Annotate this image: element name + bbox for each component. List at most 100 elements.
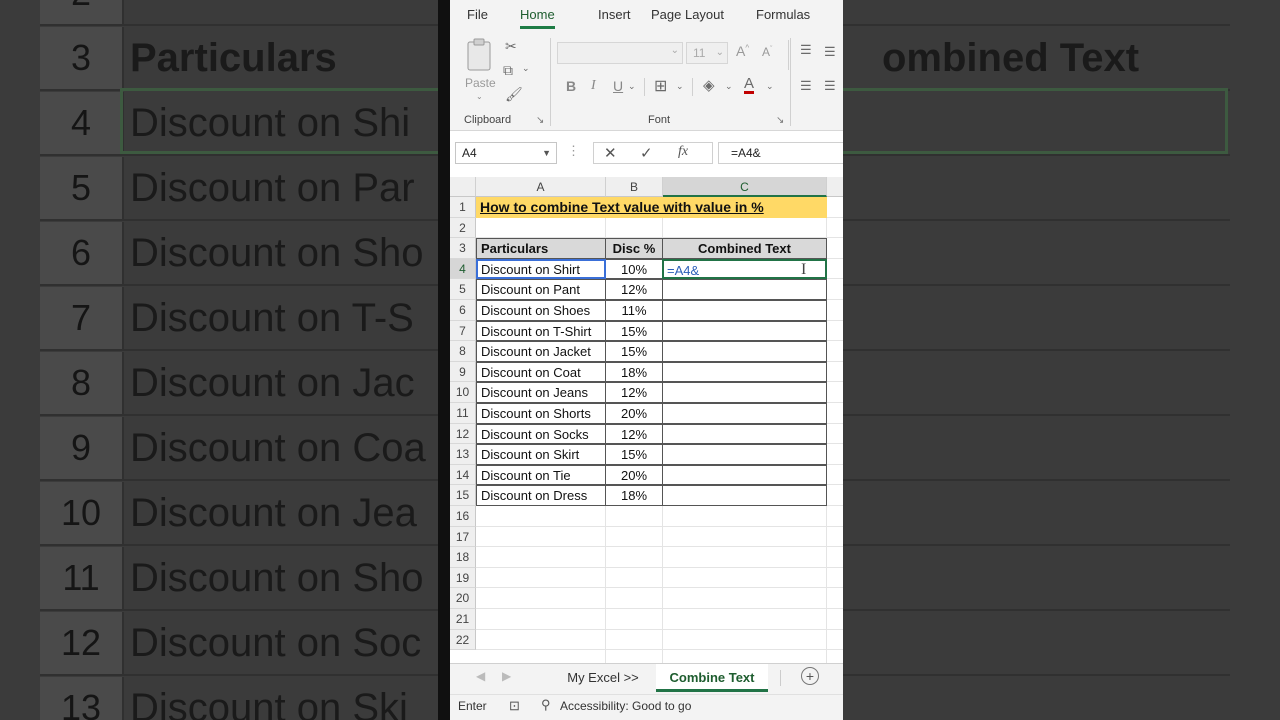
combined-cell[interactable] — [662, 444, 827, 465]
font-color-icon[interactable]: A — [744, 76, 755, 94]
sheet-tab-my-excel[interactable]: My Excel >> — [554, 664, 652, 692]
disc-cell[interactable]: 18% — [605, 485, 663, 506]
dialog-launcher-icon[interactable]: ↘ — [776, 115, 784, 126]
tab-file[interactable]: File — [467, 7, 488, 22]
particular-cell[interactable]: Discount on Shorts — [476, 403, 606, 424]
sheet-title-cell[interactable]: How to combine Text value with value in … — [476, 197, 827, 218]
disc-cell[interactable]: 15% — [605, 320, 663, 342]
particular-cell[interactable]: Discount on Pant — [476, 279, 606, 300]
row-header[interactable]: 6 — [450, 300, 476, 321]
row-header[interactable]: 7 — [450, 320, 476, 342]
format-painter-icon[interactable]: 🖌 — [505, 86, 523, 103]
row-header[interactable]: 5 — [450, 279, 476, 300]
dialog-launcher-icon[interactable]: ↘ — [536, 115, 544, 126]
row-header[interactable]: 20 — [450, 588, 476, 609]
combined-cell[interactable] — [662, 320, 827, 342]
row-header[interactable]: 2 — [450, 217, 476, 239]
disc-cell[interactable]: 20% — [605, 464, 663, 486]
row-header[interactable]: 18 — [450, 547, 476, 568]
paste-button[interactable]: Paste ⌄ — [462, 36, 498, 102]
fill-color-icon[interactable]: ◈ — [703, 76, 715, 94]
column-header-b[interactable]: B — [606, 177, 663, 197]
particular-cell[interactable]: Discount on Shoes — [476, 300, 606, 321]
row-header[interactable]: 9 — [450, 361, 476, 383]
combined-cell[interactable] — [662, 341, 827, 362]
macro-record-icon[interactable]: ⊡ — [509, 698, 520, 714]
row-header[interactable]: 22 — [450, 629, 476, 651]
formula-input[interactable]: =A4& — [718, 142, 843, 164]
row-header[interactable]: 1 — [450, 197, 476, 218]
particular-cell[interactable]: Discount on Dress — [476, 485, 606, 506]
row-header[interactable]: 17 — [450, 526, 476, 548]
header-disc[interactable]: Disc % — [605, 238, 663, 259]
particular-cell[interactable]: Discount on T-Shirt — [476, 320, 606, 342]
tab-page-layout[interactable]: Page Layout — [651, 7, 724, 22]
particular-cell[interactable]: Discount on Socks — [476, 423, 606, 445]
accessibility-status[interactable]: Accessibility: Good to go — [560, 699, 691, 713]
row-header[interactable]: 3 — [450, 238, 476, 259]
font-name-select[interactable]: ⌄ — [557, 42, 683, 64]
accessibility-icon[interactable]: ⚲ — [541, 697, 551, 713]
worksheet-grid[interactable]: A B C 1 2 3 4 5 6 7 8 9 10 11 12 13 14 15 16 17 18 19 20 21 2… — [450, 177, 843, 663]
row-header[interactable]: 21 — [450, 609, 476, 630]
row-header[interactable]: 19 — [450, 567, 476, 589]
disc-cell[interactable]: 11% — [605, 300, 663, 321]
row-header[interactable]: 12 — [450, 423, 476, 445]
combined-cell[interactable] — [662, 361, 827, 383]
add-sheet-icon[interactable]: + — [801, 667, 819, 685]
disc-cell[interactable]: 12% — [605, 279, 663, 300]
row-header[interactable]: 10 — [450, 382, 476, 403]
tab-home[interactable]: Home — [520, 7, 555, 29]
disc-cell[interactable]: 15% — [605, 341, 663, 362]
combined-cell[interactable] — [662, 485, 827, 506]
particular-cell[interactable]: Discount on Tie — [476, 464, 606, 486]
column-header-d[interactable] — [827, 177, 843, 197]
disc-cell[interactable]: 18% — [605, 361, 663, 383]
decrease-font-icon[interactable]: Aˇ — [762, 45, 772, 59]
combined-cell[interactable] — [662, 403, 827, 424]
header-particulars[interactable]: Particulars — [476, 238, 606, 259]
row-header[interactable]: 11 — [450, 403, 476, 424]
increase-font-icon[interactable]: A^ — [736, 43, 749, 59]
disc-cell[interactable]: 10% — [605, 258, 663, 280]
particular-cell[interactable]: Discount on Coat — [476, 361, 606, 383]
enter-icon[interactable]: ✓ — [640, 144, 653, 162]
cancel-icon[interactable]: ✕ — [604, 144, 617, 162]
combined-cell[interactable] — [662, 279, 827, 300]
align-middle-icon[interactable]: ☰ — [824, 44, 836, 60]
align-top-icon[interactable]: ☰ — [800, 42, 812, 58]
particular-cell[interactable]: Discount on Jeans — [476, 382, 606, 403]
select-all-corner[interactable] — [450, 177, 476, 197]
italic-button[interactable]: I — [591, 78, 596, 94]
column-header-c[interactable]: C — [663, 177, 827, 197]
particular-cell[interactable]: Discount on Skirt — [476, 444, 606, 465]
function-icon[interactable]: fx — [678, 144, 688, 160]
borders-icon[interactable]: ⊞ — [654, 76, 667, 96]
disc-cell[interactable]: 12% — [605, 423, 663, 445]
align-center-icon[interactable]: ☰ — [824, 78, 836, 94]
disc-cell[interactable]: 12% — [605, 382, 663, 403]
row-header[interactable]: 14 — [450, 464, 476, 486]
combined-cell[interactable] — [662, 382, 827, 403]
font-size-select[interactable]: 11 ⌄ — [686, 42, 728, 64]
name-box[interactable]: A4 ▼ — [455, 142, 557, 164]
next-sheet-icon[interactable]: ▶ — [502, 669, 511, 683]
combined-cell[interactable] — [662, 300, 827, 321]
cut-icon[interactable]: ✂ — [505, 38, 517, 55]
tab-formulas[interactable]: Formulas — [756, 7, 810, 22]
row-header[interactable]: 8 — [450, 341, 476, 362]
row-header[interactable]: 13 — [450, 444, 476, 465]
align-left-icon[interactable]: ☰ — [800, 78, 812, 94]
row-header[interactable]: 15 — [450, 485, 476, 506]
column-header-a[interactable]: A — [476, 177, 606, 197]
header-combined-text[interactable]: Combined Text — [662, 238, 827, 259]
disc-cell[interactable]: 15% — [605, 444, 663, 465]
row-header[interactable]: 4 — [450, 258, 476, 280]
underline-button[interactable]: U — [613, 78, 623, 94]
sheet-tab-combine-text[interactable]: Combine Text — [656, 664, 768, 692]
combined-cell[interactable] — [662, 464, 827, 486]
combined-cell[interactable] — [662, 423, 827, 445]
tab-insert[interactable]: Insert — [598, 7, 631, 22]
particular-cell[interactable]: Discount on Jacket — [476, 341, 606, 362]
prev-sheet-icon[interactable]: ◀ — [476, 669, 485, 683]
